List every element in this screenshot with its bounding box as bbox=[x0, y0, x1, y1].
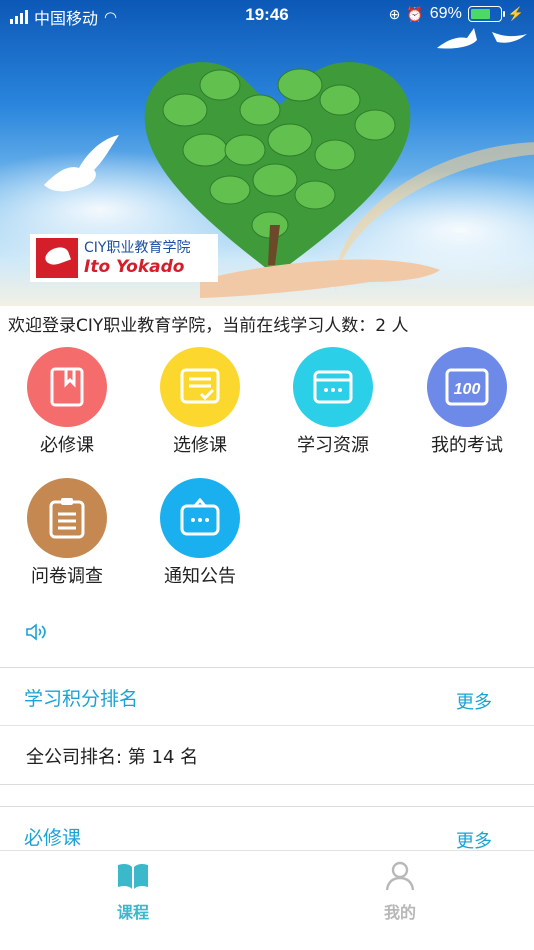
ranking-card-header: 学习积分排名 更多 bbox=[0, 668, 534, 726]
tab-courses[interactable]: 课程 bbox=[73, 861, 193, 923]
tab-label: 我的 bbox=[383, 903, 416, 922]
book-open-icon bbox=[118, 863, 148, 889]
menu-label: 选修课 bbox=[173, 435, 227, 456]
clipboard-icon bbox=[49, 498, 85, 539]
bird-logo-icon bbox=[36, 238, 78, 278]
menu-elective-course[interactable]: 选修课 bbox=[140, 347, 260, 457]
menu-notices[interactable]: 通知公告 bbox=[140, 478, 260, 588]
message-icon bbox=[180, 498, 220, 536]
rotation-lock-icon: ⊕ bbox=[388, 5, 401, 22]
menu-icon-circle bbox=[160, 478, 240, 558]
logo-brand: Ito Yokado bbox=[84, 256, 185, 277]
ranking-title: 学习积分排名 bbox=[24, 688, 139, 710]
menu-survey[interactable]: 问卷调查 bbox=[7, 478, 127, 588]
menu-icon-circle bbox=[160, 347, 240, 427]
menu-label: 通知公告 bbox=[164, 566, 236, 587]
alarm-icon: ⏰ bbox=[406, 5, 424, 22]
menu-learning-resources[interactable]: 学习资源 bbox=[273, 347, 393, 457]
menu-icon-circle bbox=[27, 478, 107, 558]
score-100-icon: 100 bbox=[445, 368, 489, 406]
window-icon bbox=[313, 370, 353, 404]
hand-illustration bbox=[200, 259, 440, 298]
dove-illustration bbox=[44, 135, 119, 192]
welcome-text: 欢迎登录CIY职业教育学院，当前在线学习人数：2 人 bbox=[8, 316, 409, 336]
svg-text:100: 100 bbox=[454, 381, 481, 398]
book-icon bbox=[50, 367, 84, 407]
menu-label: 问卷调查 bbox=[31, 566, 103, 587]
menu-label: 学习资源 bbox=[297, 435, 369, 456]
user-icon bbox=[385, 861, 415, 891]
menu-label: 我的考试 bbox=[431, 435, 503, 456]
menu-icon-circle bbox=[293, 347, 373, 427]
charging-icon: ⚡ bbox=[507, 6, 524, 21]
tab-mine[interactable]: 我的 bbox=[340, 861, 460, 923]
company-rank-text: 全公司排名: 第 14 名 bbox=[26, 747, 199, 768]
menu-label: 必修课 bbox=[40, 435, 94, 456]
menu-my-exams[interactable]: 100 我的考试 bbox=[407, 347, 527, 457]
battery-percent: 69% bbox=[429, 5, 462, 22]
logo-title: CIY职业教育学院 bbox=[84, 239, 191, 256]
tab-bar: 课程 我的 bbox=[0, 850, 534, 950]
banner: 中国移动 ◠ 19:46 ⊕ ⏰ 69% ⚡ CIY职业教育学院 Ito Yok… bbox=[0, 0, 534, 306]
ranking-card: 学习积分排名 更多 全公司排名: 第 14 名 bbox=[0, 667, 534, 785]
menu-icon-circle bbox=[27, 347, 107, 427]
menu-icon-circle: 100 bbox=[427, 347, 507, 427]
required-course-title: 必修课 bbox=[24, 827, 82, 849]
school-logo: CIY职业教育学院 Ito Yokado bbox=[30, 234, 218, 282]
tab-label: 课程 bbox=[116, 903, 149, 922]
ranking-more-link[interactable]: 更多 bbox=[456, 688, 492, 714]
speaker-icon[interactable] bbox=[25, 622, 49, 642]
battery-icon bbox=[467, 6, 505, 22]
status-bar: 中国移动 ◠ 19:46 ⊕ ⏰ 69% ⚡ bbox=[0, 0, 534, 30]
menu-required-course[interactable]: 必修课 bbox=[7, 347, 127, 457]
checklist-icon bbox=[180, 368, 220, 404]
